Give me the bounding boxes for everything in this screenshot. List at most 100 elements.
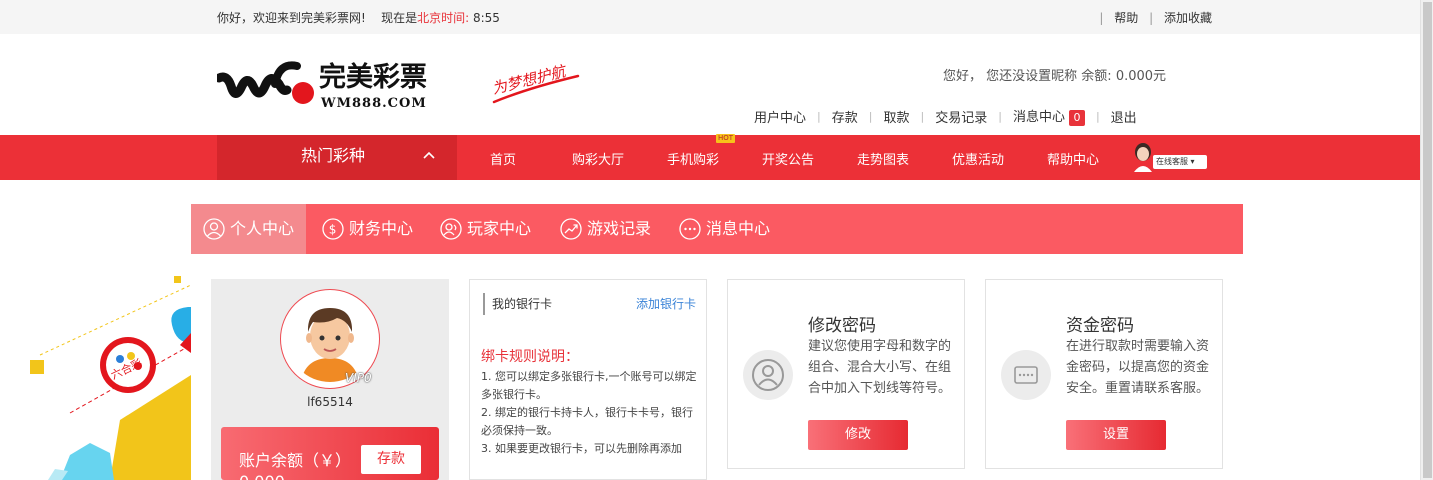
time-value: 8:55 (472, 11, 500, 25)
tab-finance-center[interactable]: $ 财务中心 (306, 204, 426, 254)
messages-label: 消息中心 (1012, 110, 1065, 125)
hot-lottery-dropdown[interactable]: 热门彩种 (217, 135, 457, 180)
username: lf65514 (307, 395, 353, 409)
divider: | (817, 109, 821, 123)
account-balance-amount: 0.000 (239, 472, 285, 480)
welcome-greeting: 你好，欢迎来到完美彩票网! (217, 11, 366, 25)
divider: | (1099, 11, 1104, 25)
time-prefix: 现在是 (381, 11, 418, 25)
rule-item: 3. 如果要更改银行卡，可以先删除再添加 (481, 442, 682, 455)
service-text: 在线客服 (1156, 157, 1188, 166)
slogan-logo: 为梦想护航 (490, 62, 580, 104)
add-favorite-link[interactable]: 添加收藏 (1164, 11, 1212, 25)
user-nav: 用户中心 | 存款 | 取款 | 交易记录 | 消息中心 0 | 退出 (754, 106, 1137, 126)
card-description: 建议您使用字母和数字的组合、混合大小写、在组合中加入下划线等符号。 (808, 339, 952, 396)
nav-mobile[interactable]: 手机购彩 (667, 149, 719, 168)
fund-password-card: 资金密码 在进行取款时需要输入资金密码，以提高您的资金安全。重置请联系客服。 设… (985, 279, 1223, 469)
nav-home[interactable]: 首页 (490, 149, 516, 168)
change-password-button[interactable]: 修改 (808, 420, 908, 450)
user-icon (203, 218, 225, 240)
tab-game-records[interactable]: 游戏记录 (546, 204, 666, 254)
tab-label: 消息中心 (706, 219, 771, 238)
welcome-text: 你好，欢迎来到完美彩票网! 现在是北京时间: 8:55 (217, 9, 500, 26)
hot-lottery-label: 热门彩种 (301, 146, 366, 165)
bind-rules-title: 绑卡规则说明： (481, 349, 579, 365)
account-balance-label: 账户余额（￥） (239, 451, 352, 470)
tab-label: 财务中心 (349, 219, 414, 238)
tab-player-center[interactable]: 玩家中心 (426, 204, 546, 254)
message-icon (679, 218, 701, 240)
nav-draw-results[interactable]: 开奖公告 (762, 149, 814, 168)
divider: | (1095, 109, 1100, 123)
password-icon (1014, 366, 1038, 384)
avatar[interactable] (287, 296, 373, 382)
trend-icon (560, 218, 582, 240)
divider: | (1149, 11, 1154, 25)
user-circle-icon (752, 359, 784, 391)
nav-lottery-hall[interactable]: 购彩大厅 (572, 149, 624, 168)
tab-personal-center[interactable]: 个人中心 (191, 204, 306, 254)
top-links: | 帮助 | 添加收藏 (1092, 9, 1212, 26)
withdraw-link[interactable]: 取款 (883, 107, 909, 126)
logo-cn-text: 完美彩票 (319, 61, 427, 93)
message-count-badge: 0 (1068, 110, 1085, 126)
vertical-scrollbar[interactable] (1420, 0, 1433, 480)
page: 你好，欢迎来到完美彩票网! 现在是北京时间: 8:55 | 帮助 | 添加收藏 … (0, 0, 1433, 480)
svg-text:$: $ (329, 223, 337, 237)
user-center-link[interactable]: 用户中心 (754, 107, 806, 126)
card-title: 资金密码 (1066, 316, 1134, 336)
decoration-illustration: 六合彩 (30, 276, 191, 480)
beijing-time-label: 北京时间: (417, 11, 470, 25)
vip-level: VIP0 (345, 371, 372, 385)
chevron-up-icon (423, 151, 435, 159)
icon-circle (1001, 350, 1051, 400)
hot-tag: HOT (716, 134, 736, 143)
balance-label: 余额: (1081, 69, 1112, 84)
add-bank-card-link[interactable]: 添加银行卡 (636, 295, 696, 312)
nav-trend-charts[interactable]: 走势图表 (857, 149, 909, 168)
deposit-link[interactable]: 存款 (832, 107, 858, 126)
nav-help-center[interactable]: 帮助中心 (1047, 149, 1099, 168)
dollar-icon: $ (322, 218, 344, 240)
user-info: 您好， 您还没设置昵称 余额: 0.000元 (943, 65, 1166, 84)
center-tabs: 个人中心 $ 财务中心 玩家中心 游戏记录 消息中心 (191, 204, 1243, 254)
messages-link[interactable]: 消息中心 0 (1013, 106, 1085, 126)
bind-rules: 1. 您可以绑定多张银行卡,一个账号可以绑定多张银行卡。 2. 绑定的银行卡持卡… (481, 368, 699, 458)
tab-label: 个人中心 (230, 219, 295, 238)
nav-promotions[interactable]: 优惠活动 (952, 149, 1004, 168)
player-icon (440, 218, 462, 240)
rule-item: 2. 绑定的银行卡持卡人，银行卡卡号，银行必须保持一致。 (481, 406, 693, 437)
help-link[interactable]: 帮助 (1114, 11, 1138, 25)
slogan-text: 为梦想护航 (490, 62, 569, 98)
bank-card-title: 我的银行卡 (483, 293, 552, 315)
tab-message-center[interactable]: 消息中心 (666, 204, 786, 254)
service-label: 在线客服 ▾ (1153, 155, 1207, 169)
card-title: 修改密码 (808, 316, 876, 336)
tab-label: 玩家中心 (467, 219, 532, 238)
user-greeting: 您好， 您还没设置昵称 (943, 69, 1078, 84)
site-logo[interactable]: 完美彩票 WM888.COM (217, 56, 457, 112)
divider: | (998, 109, 1002, 123)
divider: | (868, 109, 873, 123)
bank-card-panel: 我的银行卡 添加银行卡 绑卡规则说明： 1. 您可以绑定多张银行卡,一个账号可以… (469, 279, 707, 480)
balance-value: 0.000元 (1115, 69, 1167, 84)
rule-item: 1. 您可以绑定多张银行卡,一个账号可以绑定多张银行卡。 (481, 370, 697, 401)
service-agent-icon (1134, 143, 1152, 172)
scrollbar-thumb[interactable] (1423, 2, 1432, 478)
balance-panel: 账户余额（￥） 存款 0.000 (221, 427, 439, 480)
change-password-card: 修改密码 建议您使用字母和数字的组合、混合大小写、在组合中加入下划线等符号。 修… (727, 279, 965, 469)
tab-label: 游戏记录 (587, 219, 652, 238)
logo-domain-text: WM888.COM (320, 96, 427, 111)
icon-circle (743, 350, 793, 400)
top-bar: 你好，欢迎来到完美彩票网! 现在是北京时间: 8:55 | 帮助 | 添加收藏 (0, 0, 1420, 34)
logout-link[interactable]: 退出 (1111, 107, 1137, 126)
profile-card: VIP0 lf65514 账户余额（￥） 存款 0.000 (211, 279, 449, 480)
divider: | (920, 109, 925, 123)
transactions-link[interactable]: 交易记录 (935, 107, 987, 126)
main-nav: 热门彩种 首页 购彩大厅 手机购彩 HOT 开奖公告 走势图表 优惠活动 帮助中… (0, 134, 1420, 180)
header: 完美彩票 WM888.COM 为梦想护航 您好， 您还没设置昵称 余额: 0.0… (0, 34, 1420, 135)
online-service-button[interactable]: 在线客服 ▾ (1132, 142, 1212, 172)
deposit-button[interactable]: 存款 (361, 445, 421, 474)
card-description: 在进行取款时需要输入资金密码，以提高您的资金安全。重置请联系客服。 (1066, 339, 1210, 396)
set-fund-password-button[interactable]: 设置 (1066, 420, 1166, 450)
